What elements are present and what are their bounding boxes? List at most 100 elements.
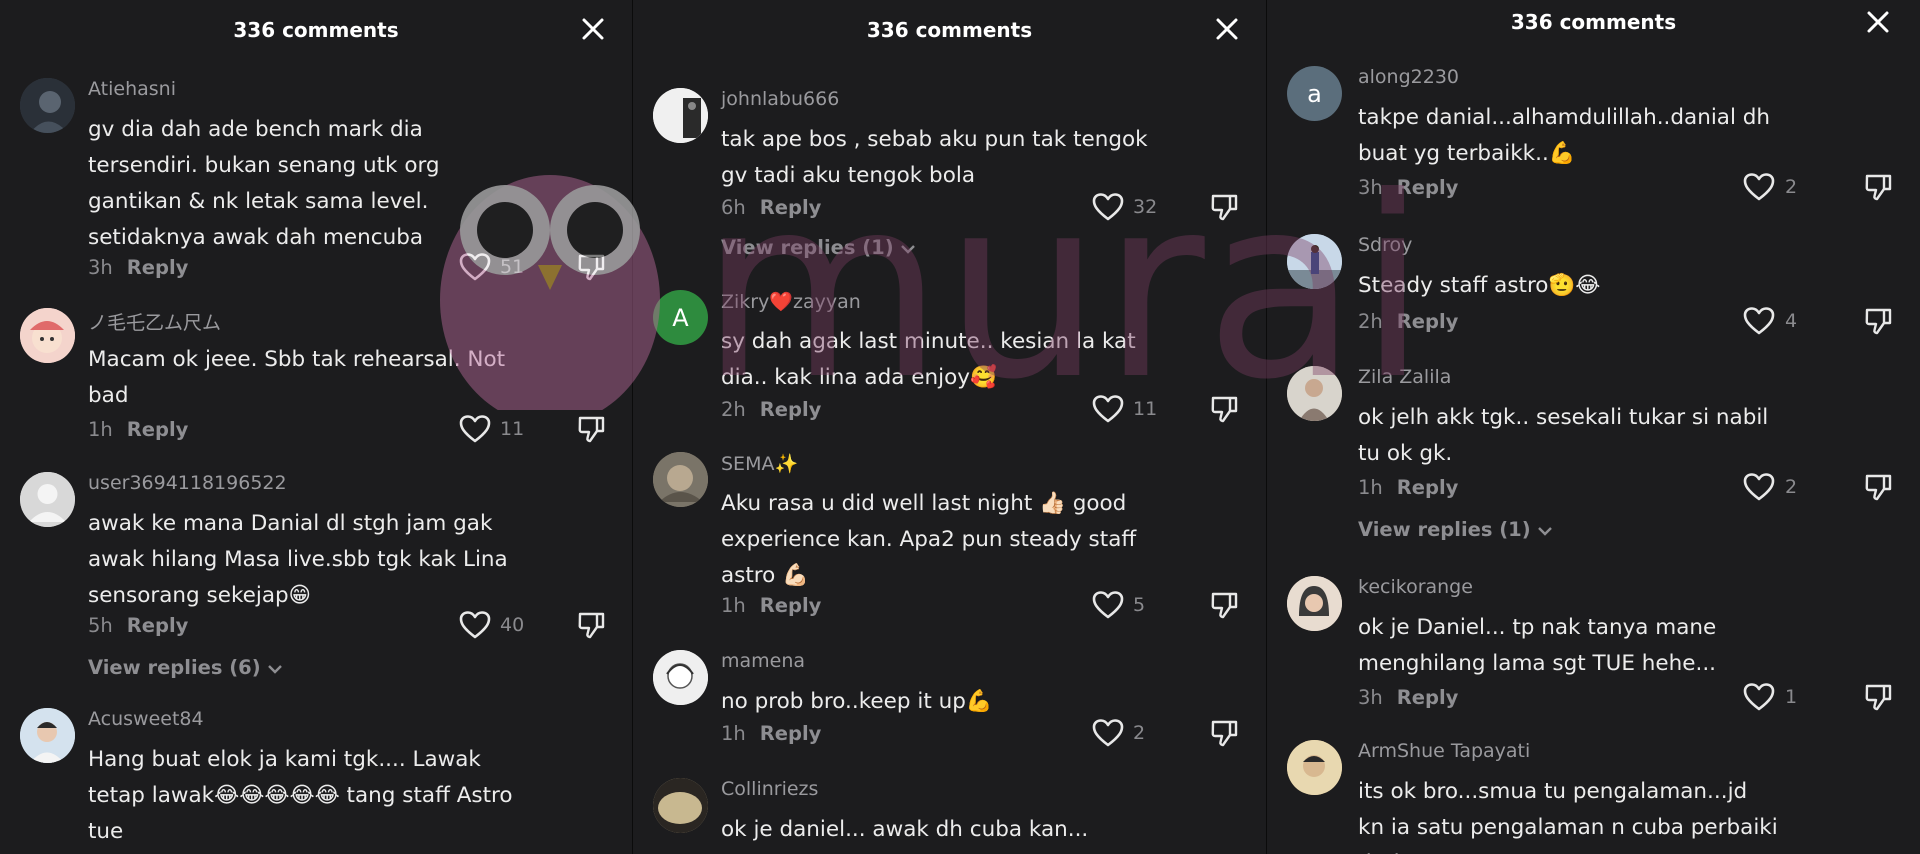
comment-time: 3h [88, 256, 113, 279]
avatar[interactable] [20, 78, 75, 133]
like-button[interactable] [1742, 172, 1776, 202]
comment-text: no prob bro..keep it up💪 [721, 689, 993, 714]
comment-username[interactable]: mamena [721, 650, 805, 672]
reply-button[interactable]: Reply [760, 398, 822, 421]
thumbs-down-icon [578, 416, 605, 443]
heart-outline-icon [1092, 193, 1124, 221]
view-replies-button[interactable]: View replies (1) [721, 236, 916, 259]
comment-text: gv dia dah ade bench mark dia tersendiri… [88, 117, 440, 250]
comment-item: SEMA✨ Aku rasa u did well last night 👍🏻 … [633, 452, 1266, 622]
like-button[interactable] [1742, 682, 1776, 712]
reply-button[interactable]: Reply [1397, 476, 1459, 499]
dislike-button[interactable] [1210, 718, 1240, 748]
comment-username[interactable]: user3694118196522 [88, 472, 287, 494]
avatar[interactable]: A [653, 290, 708, 345]
comment-meta: 1h Reply [1358, 476, 1458, 499]
avatar[interactable] [20, 472, 75, 527]
like-count: 4 [1785, 310, 1798, 332]
avatar[interactable] [20, 308, 75, 363]
like-button[interactable] [458, 414, 492, 444]
avatar[interactable] [653, 452, 708, 507]
reply-button[interactable]: Reply [760, 594, 822, 617]
heart-outline-icon [1092, 395, 1124, 423]
comment-text: sy dah agak last minute.. kesian la kat … [721, 329, 1136, 390]
avatar[interactable] [653, 650, 708, 705]
avatar[interactable] [653, 778, 708, 833]
comment-username[interactable]: Zila Zalila [1358, 366, 1451, 388]
comment-username[interactable]: kecikorange [1358, 576, 1473, 598]
comment-username[interactable]: Atiehasni [88, 78, 176, 100]
comment-username[interactable]: Sdroy [1358, 234, 1412, 256]
like-button[interactable] [458, 610, 492, 640]
close-button[interactable] [1863, 7, 1893, 37]
comment-username[interactable]: along2230 [1358, 66, 1459, 88]
comment-item: Sdroy Steady staff astro🫡😂 2h Reply 4 [1267, 234, 1920, 344]
avatar[interactable] [20, 708, 75, 763]
like-button[interactable] [1091, 590, 1125, 620]
like-button[interactable] [1742, 472, 1776, 502]
comment-username[interactable]: Zikry❤️zayyan [721, 290, 861, 313]
dislike-button[interactable] [1864, 172, 1894, 202]
reply-button[interactable]: Reply [1397, 176, 1459, 199]
reply-button[interactable]: Reply [127, 418, 189, 441]
dislike-button[interactable] [577, 610, 607, 640]
comment-time: 2h [1358, 310, 1383, 333]
chevron-down-icon [1537, 526, 1552, 536]
dislike-button[interactable] [1210, 192, 1240, 222]
close-button[interactable] [1212, 14, 1242, 44]
like-button[interactable] [1091, 192, 1125, 222]
dislike-button[interactable] [1864, 682, 1894, 712]
close-button[interactable] [578, 14, 608, 44]
comment-username[interactable]: Acusweet84 [88, 708, 204, 730]
view-replies-button[interactable]: View replies (6) [88, 656, 283, 679]
dislike-button[interactable] [577, 414, 607, 444]
reply-button[interactable]: Reply [760, 722, 822, 745]
avatar[interactable] [1287, 740, 1342, 795]
like-count: 51 [500, 256, 525, 278]
comment-username[interactable]: ノ毛乇乙ム尺ム [88, 308, 221, 335]
comment-username[interactable]: Collinriezs [721, 778, 818, 800]
comments-header: 336 comments [1267, 0, 1920, 62]
like-button[interactable] [458, 252, 492, 282]
avatar[interactable] [653, 88, 708, 143]
comment-username[interactable]: johnlabu666 [721, 88, 839, 110]
like-button[interactable] [1742, 306, 1776, 336]
avatar[interactable] [1287, 234, 1342, 289]
comment-text: ok je Daniel... tp nak tanya mane menghi… [1358, 615, 1717, 676]
comments-header: 336 comments [633, 0, 1266, 62]
comment-item: mamena no prob bro..keep it up💪 1h Reply … [633, 650, 1266, 760]
like-count: 5 [1133, 594, 1146, 616]
comment-text: its ok bro...smua tu pengalaman...jd kn … [1358, 779, 1778, 854]
like-button[interactable] [1091, 718, 1125, 748]
avatar[interactable] [1287, 366, 1342, 421]
reply-button[interactable]: Reply [760, 196, 822, 219]
like-button[interactable] [1091, 394, 1125, 424]
like-count: 11 [500, 418, 525, 440]
reply-button[interactable]: Reply [1397, 686, 1459, 709]
comment-username[interactable]: ArmShue Tapayati [1358, 740, 1530, 762]
view-replies-button[interactable]: View replies (1) [1358, 518, 1553, 541]
dislike-button[interactable] [1864, 472, 1894, 502]
reply-button[interactable]: Reply [1397, 310, 1459, 333]
comment-time: 1h [1358, 476, 1383, 499]
heart-outline-icon [1743, 307, 1775, 335]
avatar[interactable] [1287, 576, 1342, 631]
dislike-button[interactable] [577, 252, 607, 282]
dislike-button[interactable] [1210, 590, 1240, 620]
heart-outline-icon [1743, 473, 1775, 501]
avatar-letter: A [672, 303, 689, 332]
reply-button[interactable]: Reply [127, 614, 189, 637]
like-count: 2 [1785, 176, 1798, 198]
comment-item: a along2230 takpe danial...alhamdulillah… [1267, 66, 1920, 206]
comment-time: 1h [88, 418, 113, 441]
close-icon [1867, 11, 1889, 33]
reply-button[interactable]: Reply [127, 256, 189, 279]
comment-item: user3694118196522 awak ke mana Danial dl… [0, 472, 632, 692]
comment-item: Zila Zalila ok jelh akk tgk.. sesekali t… [1267, 366, 1920, 546]
dislike-button[interactable] [1210, 394, 1240, 424]
dislike-button[interactable] [1864, 306, 1894, 336]
comment-username[interactable]: SEMA✨ [721, 452, 798, 475]
avatar[interactable]: a [1287, 66, 1342, 121]
comment-meta: 3h Reply [1358, 176, 1458, 199]
thumbs-down-icon [1865, 474, 1892, 501]
